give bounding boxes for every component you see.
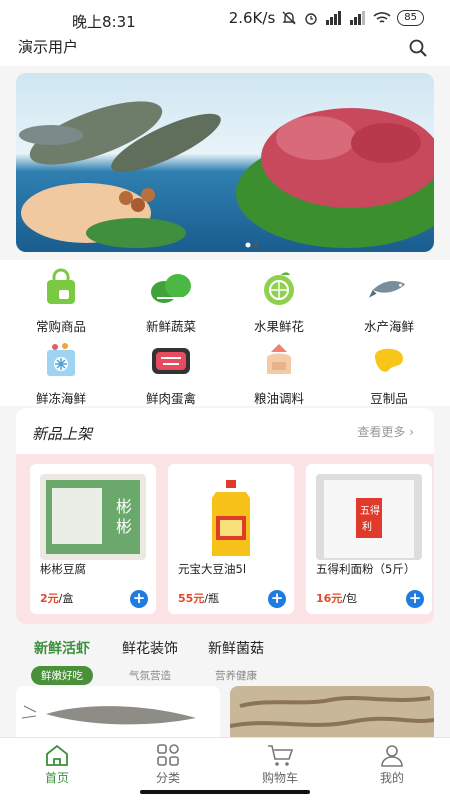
new-products-section: 新品上架 查看更多 › 彬彬 彬彬豆腐 2元/盒 + 元宝大豆油5l 55元/瓶… (16, 408, 434, 624)
category-label: 新鲜蔬菜 (145, 319, 196, 334)
nav-home[interactable]: 首页 (17, 743, 97, 786)
nav-label: 购物车 (261, 771, 298, 785)
nav-label: 首页 (44, 771, 69, 785)
app-header: 演示用户 (0, 36, 450, 66)
tab-title: 新鲜活虾 (34, 641, 90, 657)
alarm-icon (305, 13, 317, 25)
svg-text:彬: 彬 (116, 517, 132, 536)
price-unit: /包 (342, 592, 358, 605)
category-label: 鲜肉蛋禽 (145, 391, 196, 406)
mute-bell-icon (282, 11, 296, 25)
tab-title: 鲜花装饰 (122, 641, 178, 657)
promo-banner[interactable] (16, 73, 434, 252)
product-image-tofu: 彬彬 (40, 474, 146, 560)
nav-label: 分类 (155, 771, 180, 785)
category-item-frequent[interactable]: 常购商品 (11, 266, 111, 335)
add-to-cart-button[interactable]: + (268, 590, 286, 608)
product-price: 55元/瓶 (178, 590, 219, 606)
category-grid: 常购商品 新鲜蔬菜 水果鲜花 水产海鲜 鲜冻海鲜 鲜肉蛋禽 粮油调料 豆制品 (0, 260, 450, 406)
battery-indicator: 85 (397, 10, 424, 26)
svg-text:利: 利 (362, 521, 372, 533)
network-speed: 2.6K/s (228, 9, 276, 27)
price-value: 2元 (40, 592, 59, 605)
home-icon (46, 744, 68, 766)
price-unit: /盒 (58, 592, 74, 605)
meat-icon (149, 338, 193, 382)
user-icon (381, 745, 403, 767)
product-card[interactable]: 彬彬 彬彬豆腐 2元/盒 + (30, 464, 156, 614)
add-to-cart-button[interactable]: + (406, 590, 424, 608)
product-name: 五得利面粉（5斤） (316, 562, 416, 576)
product-card[interactable]: 元宝大豆油5l 55元/瓶 + (168, 464, 294, 614)
bean-icon (367, 338, 411, 382)
category-label: 豆制品 (370, 391, 408, 406)
tab-subtitle: 鲜嫩好吃 (31, 666, 93, 685)
category-item-frozen[interactable]: 鲜冻海鲜 (11, 338, 111, 407)
product-image-flour: 五得利 (316, 474, 422, 560)
category-item-seafood[interactable]: 水产海鲜 (339, 266, 439, 335)
price-value: 16元 (316, 592, 343, 605)
product-image-oil (178, 474, 284, 560)
signal-2-icon (350, 11, 366, 25)
signal-icon (326, 11, 342, 25)
home-indicator[interactable] (140, 790, 310, 794)
status-bar: 晚上8:31 2.6K/s 85 (0, 0, 450, 36)
svg-text:五得: 五得 (360, 505, 380, 517)
category-item-bean[interactable]: 豆制品 (339, 338, 439, 407)
tab-title: 新鲜菌菇 (208, 641, 264, 657)
status-time: 晚上8:31 (72, 13, 136, 31)
category-item-grain[interactable]: 粮油调料 (229, 338, 329, 407)
category-label: 水产海鲜 (363, 319, 414, 334)
grain-sack-icon (257, 338, 301, 382)
product-name: 元宝大豆油5l (178, 562, 247, 576)
nav-profile[interactable]: 我的 (352, 743, 432, 786)
product-name: 彬彬豆腐 (40, 562, 86, 576)
price-value: 55元 (178, 592, 205, 605)
fish-icon (367, 266, 411, 310)
section-title: 新品上架 (32, 425, 93, 443)
category-item-vegetables[interactable]: 新鲜蔬菜 (121, 266, 221, 335)
category-label: 水果鲜花 (253, 319, 304, 334)
category-icon (157, 744, 179, 766)
chevron-right-icon: › (409, 425, 414, 439)
view-more-label: 查看更多 (357, 425, 406, 439)
view-more-link[interactable]: 查看更多 › (357, 423, 414, 440)
category-item-fruit[interactable]: 水果鲜花 (229, 266, 329, 335)
tab-live-shrimp[interactable]: 新鲜活虾 鲜嫩好吃 (24, 638, 100, 685)
price-unit: /瓶 (204, 592, 220, 605)
product-price: 2元/盒 (40, 590, 73, 606)
tab-subtitle: 营养健康 (215, 670, 257, 682)
tab-mushroom[interactable]: 新鲜菌菇 营养健康 (198, 638, 274, 685)
feature-tabs: 新鲜活虾 鲜嫩好吃 鲜花装饰 气氛营造 新鲜菌菇 营养健康 (0, 632, 450, 685)
category-item-meat[interactable]: 鲜肉蛋禽 (121, 338, 221, 407)
search-icon[interactable] (408, 38, 428, 58)
category-label: 常购商品 (35, 319, 86, 334)
product-price: 16元/包 (316, 590, 357, 606)
tab-flower-decor[interactable]: 鲜花装饰 气氛营造 (112, 638, 188, 685)
category-label: 鲜冻海鲜 (35, 391, 86, 406)
status-icons: 2.6K/s 85 (229, 9, 424, 27)
frozen-icon (39, 338, 83, 382)
nav-category[interactable]: 分类 (128, 743, 208, 786)
user-name[interactable]: 演示用户 (18, 36, 78, 57)
wifi-icon (373, 12, 391, 23)
nav-label: 我的 (379, 771, 404, 785)
add-to-cart-button[interactable]: + (130, 590, 148, 608)
product-card[interactable]: 五得利 五得利面粉（5斤） 16元/包 + (306, 464, 432, 614)
nav-cart[interactable]: 购物车 (240, 743, 320, 786)
vegetable-icon (149, 266, 193, 310)
category-label: 粮油调料 (253, 391, 304, 406)
fruit-icon (257, 266, 301, 310)
svg-text:彬: 彬 (116, 497, 132, 516)
tab-subtitle: 气氛营造 (129, 670, 171, 682)
shopping-bag-icon (39, 266, 83, 310)
cart-icon (268, 745, 294, 766)
